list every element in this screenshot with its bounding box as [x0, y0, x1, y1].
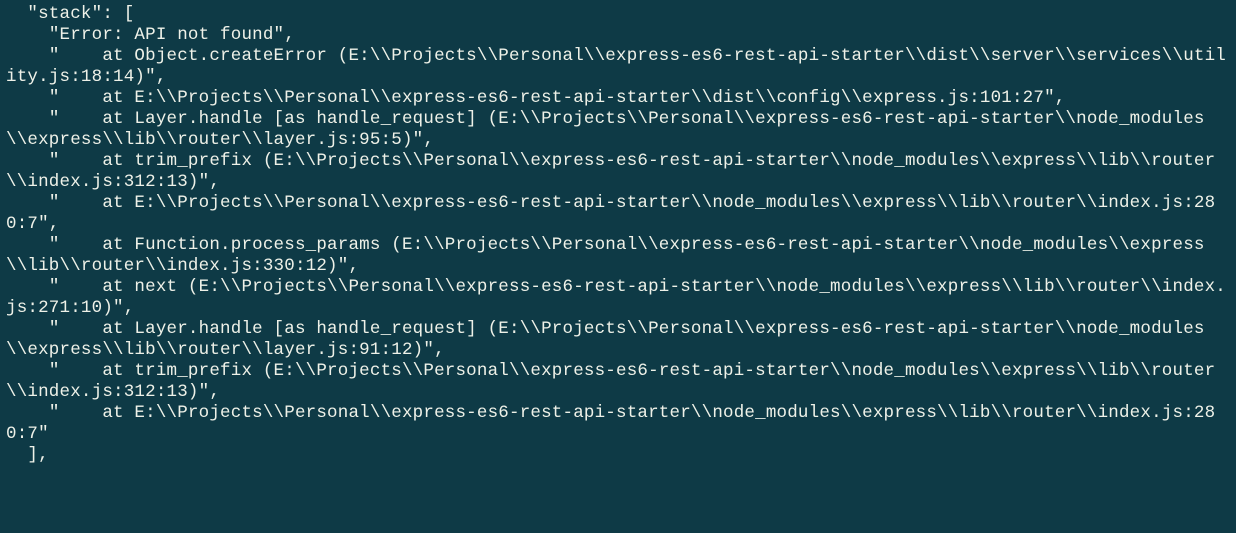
stack-lines: "Error: API not found", " at Object.crea…	[6, 25, 1226, 444]
stack-line: " at E:\\Projects\\Personal\\express-es6…	[6, 403, 1215, 444]
stack-line: " at Object.createError (E:\\Projects\\P…	[6, 46, 1226, 87]
json-array-close: ],	[6, 445, 49, 465]
stack-line: "Error: API not found",	[6, 25, 295, 45]
stack-line: " at trim_prefix (E:\\Projects\\Personal…	[6, 151, 1215, 192]
stack-line: " at Layer.handle [as handle_request] (E…	[6, 109, 1205, 150]
stack-line: " at E:\\Projects\\Personal\\express-es6…	[6, 193, 1215, 234]
stack-line: " at Function.process_params (E:\\Projec…	[6, 235, 1205, 276]
stack-line: " at trim_prefix (E:\\Projects\\Personal…	[6, 361, 1215, 402]
json-key-line: "stack": [	[6, 4, 134, 24]
stack-line: " at Layer.handle [as handle_request] (E…	[6, 319, 1205, 360]
stack-line: " at next (E:\\Projects\\Personal\\expre…	[6, 277, 1226, 318]
stack-trace-block: "stack": [ "Error: API not found", " at …	[0, 0, 1236, 470]
stack-line: " at E:\\Projects\\Personal\\express-es6…	[6, 88, 1065, 108]
